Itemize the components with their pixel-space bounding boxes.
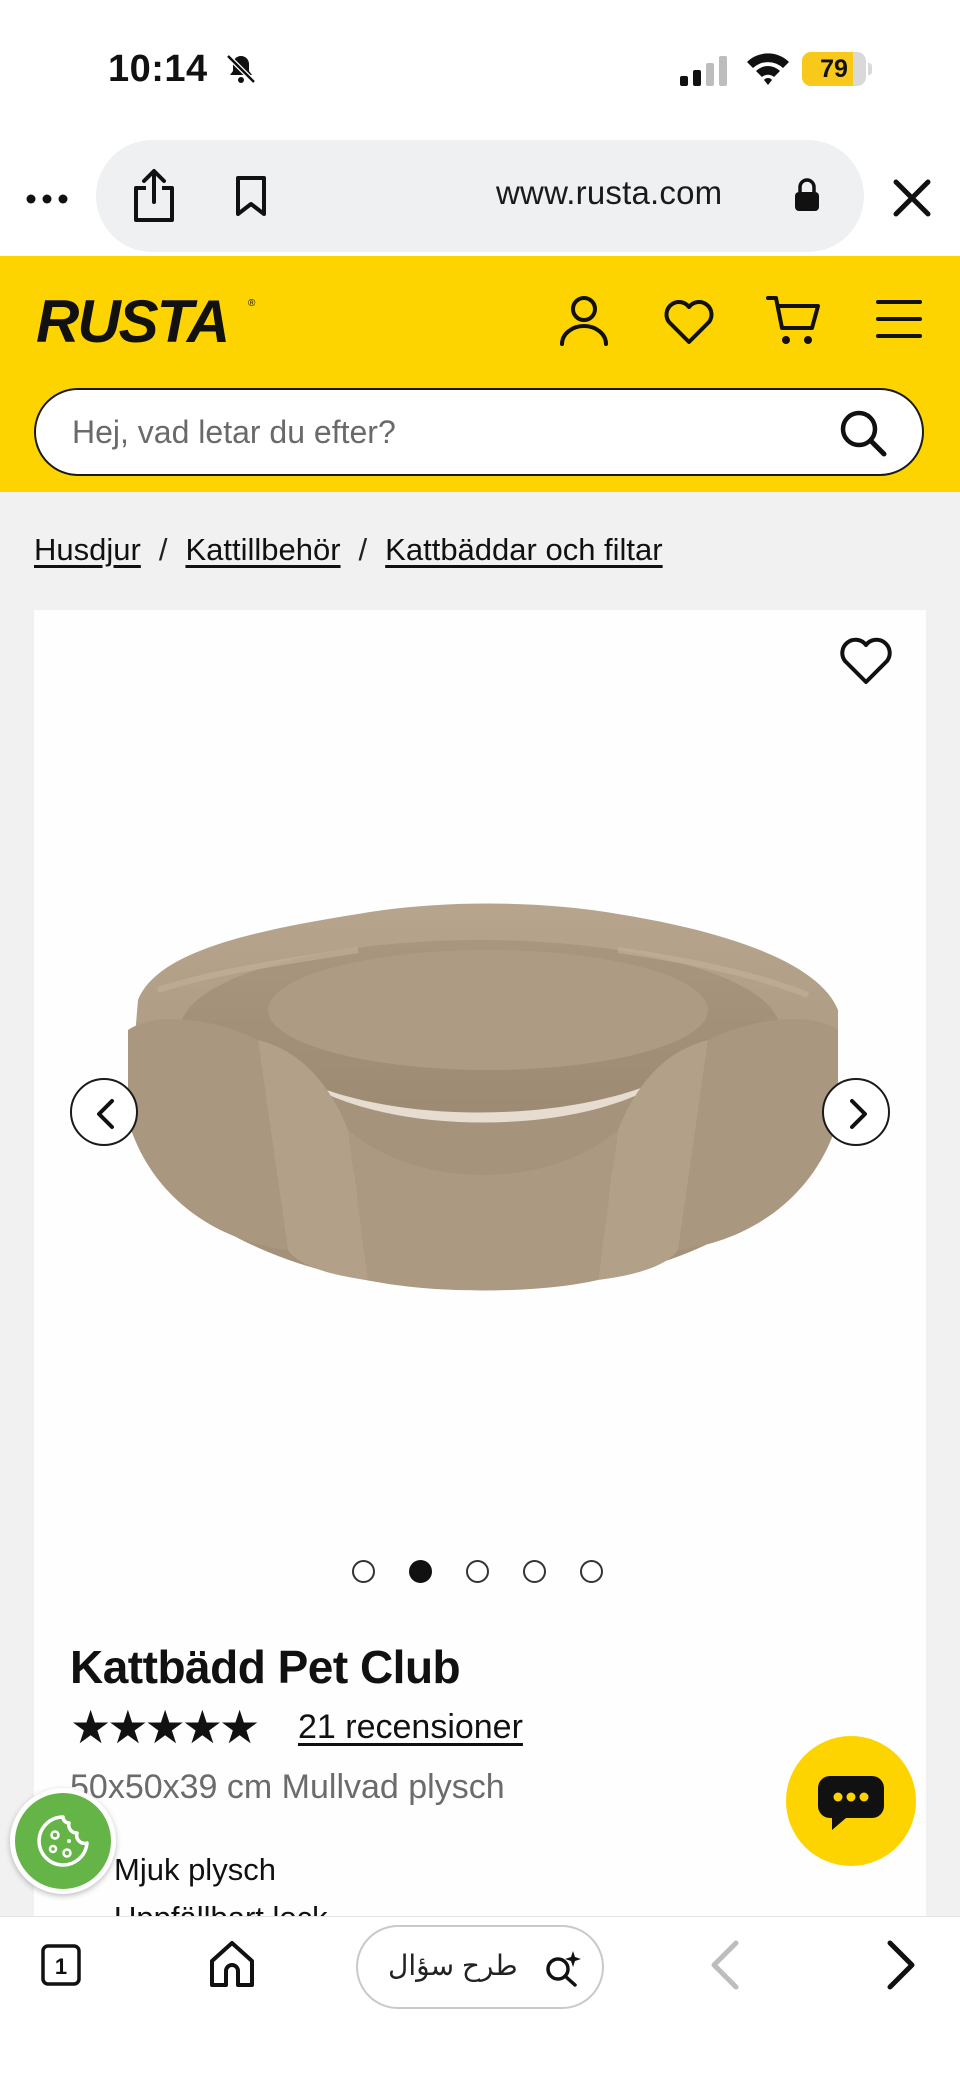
bookmark-icon[interactable]: [234, 174, 268, 218]
heart-icon[interactable]: [662, 296, 716, 346]
close-icon[interactable]: [890, 176, 934, 220]
svg-text:®: ®: [248, 298, 256, 309]
tab-count: 1: [55, 1954, 67, 1979]
status-time: 10:14: [108, 48, 208, 90]
chat-button[interactable]: [786, 1736, 916, 1866]
product-variant: 50x50x39 cm Mullvad plysch: [70, 1768, 505, 1806]
share-icon[interactable]: [130, 168, 178, 224]
star-rating: ★★★★★ ★★★★★: [70, 1705, 284, 1749]
wifi-icon: [747, 53, 789, 85]
cellular-signal-icon: [680, 56, 727, 86]
menu-icon[interactable]: [876, 298, 922, 340]
tabs-icon[interactable]: 1: [40, 1943, 82, 1987]
breadcrumb-separator: /: [358, 532, 368, 567]
gallery-dot[interactable]: [409, 1560, 432, 1583]
product-title: Kattbädd Pet Club: [70, 1641, 461, 1693]
ask-question-button[interactable]: طرح سؤال: [356, 1925, 604, 2009]
feature-item: Mjuk plysch: [114, 1852, 276, 1887]
search-input[interactable]: [72, 390, 812, 474]
ai-search-icon: [546, 1951, 581, 1987]
search-box: [34, 388, 924, 476]
stars-filled: ★★★★★: [70, 1705, 260, 1749]
cookie-icon: [37, 1815, 89, 1867]
wishlist-heart-icon[interactable]: [838, 634, 894, 686]
home-icon[interactable]: [208, 1939, 256, 1989]
chevron-left-icon: [97, 1099, 114, 1129]
gallery-next-button[interactable]: [822, 1078, 890, 1146]
chevron-right-icon: [850, 1099, 867, 1129]
breadcrumb-item-kattillbehor[interactable]: Kattillbehör: [185, 532, 340, 567]
product-image[interactable]: [98, 890, 862, 1330]
breadcrumb-item-kattbaddar[interactable]: Kattbäddar och filtar: [385, 532, 662, 567]
browser-toolbar: 1 طرح سؤال: [0, 1916, 960, 2086]
ask-question-label: طرح سؤال: [388, 1950, 518, 1981]
gallery-dot[interactable]: [523, 1560, 546, 1583]
battery-level: 79: [820, 55, 848, 83]
url-text: www.rusta.com: [496, 174, 723, 211]
address-bar[interactable]: www.rusta.com: [96, 140, 864, 252]
page-root: 10:14 79 www.rusta.com RUSTA ® Hej, vad …: [0, 0, 960, 2086]
bell-slash-icon: [226, 54, 256, 84]
site-header: RUSTA ®: [0, 256, 960, 492]
svg-text:RUSTA: RUSTA: [36, 290, 228, 352]
gallery-dots: [352, 1560, 603, 1584]
search-icon[interactable]: [838, 408, 888, 458]
breadcrumb-separator: /: [158, 532, 168, 567]
battery-indicator: 79: [802, 52, 872, 86]
gallery-dot[interactable]: [466, 1560, 489, 1583]
rusta-logo[interactable]: RUSTA ®: [36, 290, 262, 352]
forward-arrow-icon[interactable]: [880, 1939, 920, 1991]
user-icon[interactable]: [558, 294, 610, 346]
breadcrumb-item-husdjur[interactable]: Husdjur: [34, 532, 141, 567]
gallery-dot[interactable]: [580, 1560, 603, 1583]
product-card: Kattbädd Pet Club ★★★★★ ★★★★★ 21 recensi…: [34, 610, 926, 1940]
cookie-settings-button[interactable]: [10, 1788, 116, 1894]
cart-icon[interactable]: [766, 294, 822, 348]
lock-icon: [795, 178, 819, 211]
chat-bubble-icon: [818, 1776, 884, 1830]
more-icon[interactable]: [26, 192, 68, 206]
gallery-dot[interactable]: [352, 1560, 375, 1583]
status-bar: 10:14 79: [0, 0, 960, 140]
rating-row: ★★★★★ ★★★★★ 21 recensioner: [70, 1702, 523, 1752]
content-area: Husdjur / Kattillbehör / Kattbäddar och filt…: [0, 492, 960, 1940]
gallery-prev-button[interactable]: [70, 1078, 138, 1146]
reviews-link[interactable]: 21 recensioner: [298, 1708, 523, 1747]
browser-bar: www.rusta.com: [0, 140, 960, 256]
breadcrumb: Husdjur / Kattillbehör / Kattbäddar och filt…: [34, 532, 663, 576]
back-arrow-icon[interactable]: [706, 1939, 746, 1991]
